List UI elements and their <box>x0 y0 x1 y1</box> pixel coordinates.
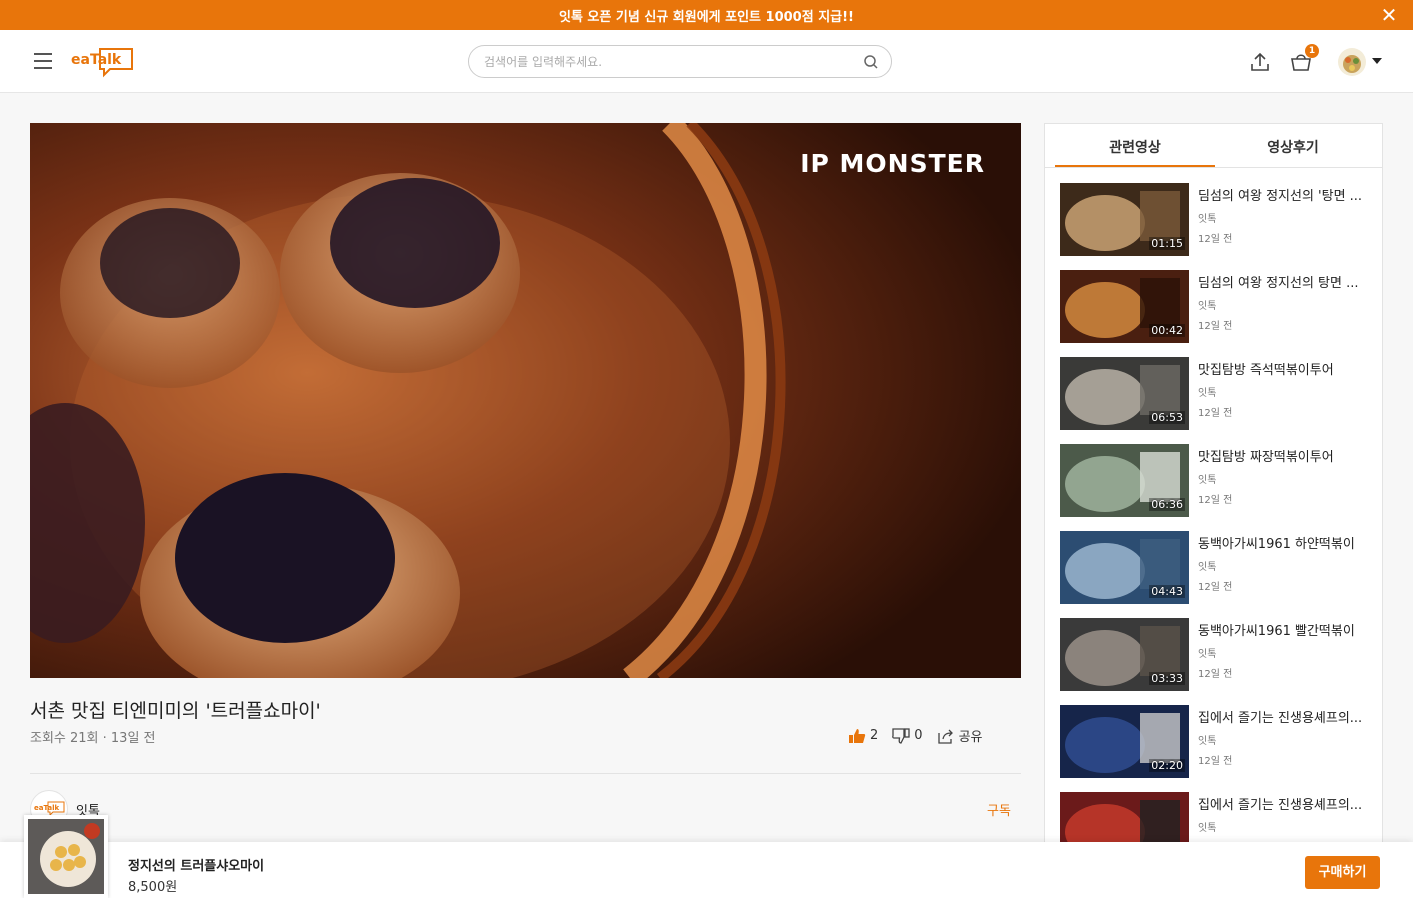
video-item-title[interactable]: 동백아가씨1961 빨간떡볶이 <box>1198 620 1370 639</box>
related-video-item[interactable]: 06:53 맛집탐방 즉석떡볶이투어잇톡 12일 전 <box>1060 357 1370 430</box>
video-item-time: 12일 전 <box>1198 408 1233 419</box>
video-player[interactable]: IP MONSTER <box>30 123 1021 678</box>
like-count: 2 <box>870 728 879 743</box>
logo-text: eaTalk <box>71 52 122 68</box>
avatar[interactable] <box>1338 48 1366 76</box>
header: eaTalk 1 <box>0 30 1413 93</box>
video-item-channel: 잇톡 <box>1198 214 1217 225</box>
search-box <box>468 45 892 78</box>
related-video-item[interactable]: 00:42 딤섬의 여왕 정지선의 탕면 ... 잇톡 12일 전 <box>1060 270 1370 343</box>
buy-button[interactable]: 구매하기 <box>1305 856 1380 889</box>
video-item-time: 12일 전 <box>1198 234 1233 245</box>
chevron-down-icon[interactable] <box>1372 58 1382 64</box>
video-duration: 02:20 <box>1149 759 1185 772</box>
video-thumbnail[interactable]: 06:36 <box>1060 444 1189 517</box>
like-button[interactable]: 2 <box>848 728 878 744</box>
video-frame <box>30 123 1021 678</box>
dislike-count: 0 <box>914 728 923 743</box>
purchase-bar: 정지선의 트러플샤오마이 8,500원 구매하기 <box>0 815 1413 898</box>
video-item-time: 12일 전 <box>1198 756 1233 767</box>
video-item-title[interactable]: 집에서 즐기는 진생용셰프의... <box>1198 707 1370 726</box>
divider <box>30 773 1021 774</box>
video-duration: 04:43 <box>1149 585 1185 598</box>
video-duration: 01:15 <box>1149 237 1185 250</box>
share-icon <box>937 729 953 744</box>
related-video-item[interactable]: 06:36 맛집탐방 짜장떡볶이투어잇톡 12일 전 <box>1060 444 1370 517</box>
product-price: 8,500원 <box>128 880 178 895</box>
share-label: 공유 <box>958 730 983 745</box>
video-duration: 03:33 <box>1149 672 1185 685</box>
video-thumbnail[interactable]: 02:20 <box>1060 705 1189 778</box>
video-duration: 06:53 <box>1149 411 1185 424</box>
video-duration: 00:42 <box>1149 324 1185 337</box>
product-thumbnail[interactable] <box>24 815 108 898</box>
video-item-title[interactable]: 딤섬의 여왕 정지선의 탕면 ... <box>1198 272 1370 291</box>
video-item-time: 12일 전 <box>1198 669 1233 680</box>
dislike-button[interactable]: 0 <box>892 727 923 744</box>
related-video-item[interactable]: 04:43 동백아가씨1961 하얀떡볶이잇톡 12일 전 <box>1060 531 1370 604</box>
close-icon[interactable]: ✕ <box>1379 5 1399 25</box>
video-item-channel: 잇톡 <box>1198 388 1217 399</box>
video-item-time: 12일 전 <box>1198 321 1233 332</box>
video-item-title[interactable]: 동백아가씨1961 하얀떡볶이 <box>1198 533 1370 552</box>
logo[interactable]: eaTalk <box>70 44 136 78</box>
video-item-channel: 잇톡 <box>1198 736 1217 747</box>
related-tabs: 관련영상 영상후기 <box>1045 124 1382 168</box>
search-input[interactable] <box>484 52 854 72</box>
video-thumbnail[interactable]: 03:33 <box>1060 618 1189 691</box>
video-item-time: 12일 전 <box>1198 582 1233 593</box>
video-item-title[interactable]: 맛집탐방 짜장떡볶이투어 <box>1198 446 1370 465</box>
related-video-item[interactable]: 03:33 동백아가씨1961 빨간떡볶이잇톡 12일 전 <box>1060 618 1370 691</box>
upload-icon[interactable] <box>1249 51 1271 73</box>
channel-logo-text: eaTalk <box>34 804 59 812</box>
video-thumbnail[interactable]: 00:42 <box>1060 270 1189 343</box>
promo-banner-text: 잇톡 오픈 기념 신규 회원에게 포인트 1000점 지급!! <box>558 9 854 25</box>
related-video-item[interactable]: 02:20 집에서 즐기는 진생용셰프의... 잇톡 12일 전 <box>1060 705 1370 778</box>
video-duration: 06:36 <box>1149 498 1185 511</box>
video-thumbnail[interactable]: 06:53 <box>1060 357 1189 430</box>
cart-count-badge: 1 <box>1305 44 1319 58</box>
video-thumbnail[interactable]: 04:43 <box>1060 531 1189 604</box>
video-item-time: 12일 전 <box>1198 495 1233 506</box>
video-item-title[interactable]: 맛집탐방 즉석떡볶이투어 <box>1198 359 1370 378</box>
share-button[interactable]: 공유 <box>937 726 983 745</box>
video-meta: 조회수 21회 · 13일 전 <box>30 731 156 746</box>
thumbs-up-icon <box>849 728 866 743</box>
menu-icon[interactable] <box>34 53 54 69</box>
thumbs-down-icon <box>892 727 910 744</box>
video-item-title[interactable]: 집에서 즐기는 진생용셰프의... <box>1198 794 1370 813</box>
video-title: 서촌 맛집 티엔미미의 '트러플쇼마이' <box>30 700 321 722</box>
video-item-channel: 잇톡 <box>1198 562 1217 573</box>
video-item-title[interactable]: 딤섬의 여왕 정지선의 '탕면 ... <box>1198 185 1370 204</box>
tab-video-reviews[interactable]: 영상후기 <box>1213 137 1373 157</box>
search-icon[interactable] <box>863 54 879 70</box>
video-watermark: IP MONSTER <box>800 149 985 178</box>
related-panel: 관련영상 영상후기 01:15 딤섬의 여왕 정지선의 '탕면 ... 잇톡 12일 … <box>1044 123 1383 863</box>
video-item-channel: 잇톡 <box>1198 823 1217 834</box>
video-item-channel: 잇톡 <box>1198 649 1217 660</box>
video-thumbnail[interactable]: 01:15 <box>1060 183 1189 256</box>
related-video-item[interactable]: 01:15 딤섬의 여왕 정지선의 '탕면 ... 잇톡 12일 전 <box>1060 183 1370 256</box>
video-item-channel: 잇톡 <box>1198 301 1217 312</box>
active-tab-indicator <box>1055 165 1215 167</box>
product-name: 정지선의 트러플샤오마이 <box>128 859 265 874</box>
subscribe-button[interactable]: 구독 <box>987 800 1011 819</box>
promo-banner: 잇톡 오픈 기념 신규 회원에게 포인트 1000점 지급!! ✕ <box>0 0 1413 30</box>
video-item-channel: 잇톡 <box>1198 475 1217 486</box>
video-actions: 2 0 공유 <box>848 726 996 745</box>
tab-related-videos[interactable]: 관련영상 <box>1055 137 1215 157</box>
